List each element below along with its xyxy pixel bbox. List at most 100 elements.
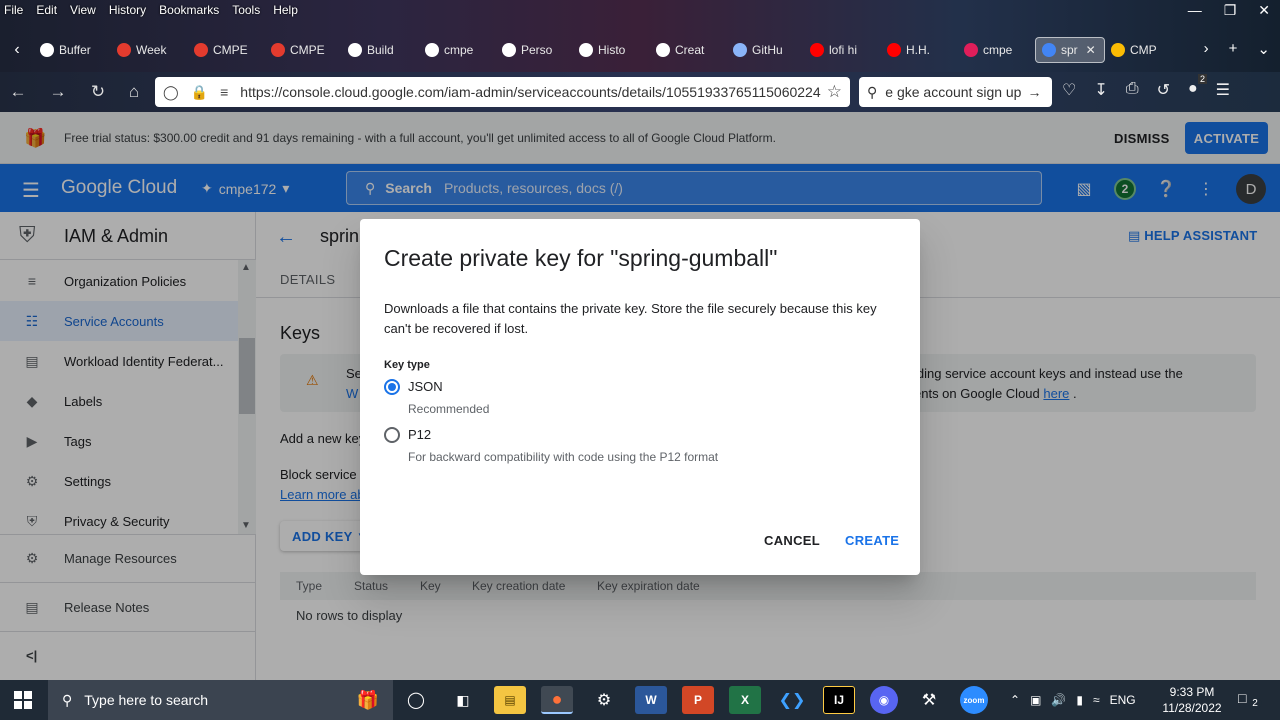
lock-icon[interactable]: 🔒	[191, 84, 208, 101]
tab-favicon-icon	[1111, 43, 1125, 57]
tray-expand-icon[interactable]: ⌃	[1010, 693, 1020, 707]
restore-icon[interactable]: ❐	[1224, 2, 1237, 19]
menu-bookmarks[interactable]: Bookmarks	[159, 3, 219, 17]
new-tab-icon[interactable]: +	[1229, 40, 1238, 58]
close-window-icon[interactable]: ✕	[1258, 2, 1270, 19]
action-center-badge: 2	[1248, 698, 1262, 709]
back-icon[interactable]: ←	[0, 82, 36, 102]
tab-favicon-icon	[810, 43, 824, 57]
browser-tab[interactable]: Histo	[573, 37, 650, 63]
close-tab-icon[interactable]: ✕	[1086, 43, 1096, 57]
permissions-icon[interactable]: ≡	[220, 84, 228, 100]
tab-favicon-icon	[117, 43, 131, 57]
firefox-icon[interactable]: ●	[541, 686, 573, 714]
browser-tab[interactable]: H.H.	[881, 37, 958, 63]
cortana-icon[interactable]: ◯	[400, 686, 432, 714]
battery-icon[interactable]: ▮	[1076, 693, 1083, 707]
downloads-icon[interactable]: ↧	[1094, 80, 1107, 100]
browser-search-input[interactable]: ⚲ e gke account sign up →	[859, 77, 1052, 107]
search-icon: ⚲	[867, 83, 878, 100]
windows-start-icon[interactable]	[14, 691, 32, 709]
powerpoint-icon[interactable]: P	[682, 686, 714, 714]
create-button[interactable]: CREATE	[845, 533, 899, 548]
browser-tab[interactable]: Buffer	[34, 37, 111, 63]
tab-label: Creat	[675, 43, 705, 57]
menu-edit[interactable]: Edit	[36, 3, 57, 17]
bookmark-star-icon[interactable]: ☆	[827, 82, 842, 102]
tab-favicon-icon	[271, 43, 285, 57]
volume-icon[interactable]: 🔊	[1051, 693, 1066, 707]
json-option-sub: Recommended	[408, 402, 490, 416]
holiday-gift-icon: 🎁	[356, 689, 379, 710]
print-icon[interactable]: ⎙	[1126, 80, 1139, 100]
reload-icon[interactable]: ↻	[80, 82, 116, 102]
zoom-icon[interactable]: zoom	[960, 686, 988, 714]
forward-icon[interactable]: →	[40, 82, 76, 102]
meet-now-icon[interactable]: ▣	[1030, 693, 1041, 707]
browser-tab[interactable]: lofi hi	[804, 37, 881, 63]
taskbar-search-placeholder: Type here to search	[84, 692, 209, 708]
browser-tab[interactable]: Creat	[650, 37, 727, 63]
clock-time: 9:33 PM	[1169, 685, 1215, 699]
tool-app-icon[interactable]: ⚒	[913, 686, 945, 714]
url-text[interactable]: https://console.cloud.google.com/iam-adm…	[240, 84, 826, 100]
history-icon[interactable]: ↺	[1157, 80, 1170, 100]
shield-tracking-icon[interactable]: ◯	[163, 84, 179, 101]
menu-history[interactable]: History	[109, 3, 146, 17]
tab-label: cmpe	[983, 43, 1013, 57]
url-bar[interactable]: ◯ 🔒 ≡ https://console.cloud.google.com/i…	[155, 77, 850, 107]
clock-date: 11/28/2022	[1162, 701, 1222, 715]
browser-tab[interactable]: cmpe	[419, 37, 496, 63]
wifi-icon[interactable]: ≈	[1093, 693, 1100, 707]
action-center-icon[interactable]: □ 2	[1238, 690, 1262, 709]
tab-scroll-right-icon[interactable]: ›	[1204, 40, 1209, 58]
browser-tab[interactable]: Perso	[496, 37, 573, 63]
tab-favicon-icon	[733, 43, 747, 57]
json-radio[interactable]	[384, 379, 400, 395]
vscode-icon[interactable]: ❮❯	[776, 686, 808, 714]
file-explorer-icon[interactable]: ▤	[494, 686, 526, 714]
tab-label: Build	[367, 43, 394, 57]
excel-icon[interactable]: X	[729, 686, 761, 714]
browser-tab[interactable]: spr ✕	[1035, 37, 1105, 63]
menu-file[interactable]: File	[4, 3, 23, 17]
browser-tab[interactable]: Build	[342, 37, 419, 63]
tab-favicon-icon	[1042, 43, 1056, 57]
menu-help[interactable]: Help	[273, 3, 298, 17]
browser-tab[interactable]: CMP	[1105, 37, 1182, 63]
hamburger-menu-icon[interactable]: ☰	[1216, 80, 1230, 100]
pocket-icon[interactable]: ♡	[1062, 80, 1076, 100]
tab-scroll-left-icon[interactable]: ‹	[0, 41, 34, 59]
tab-label: Perso	[521, 43, 553, 57]
tab-strip: ‹ Buffer Week CMPE CMPE Build cmpe Perso Histo C…	[0, 36, 1280, 64]
browser-tab[interactable]: Week	[111, 37, 188, 63]
search-icon: ⚲	[62, 691, 73, 708]
steam-icon[interactable]: ⚙	[588, 686, 620, 714]
menu-view[interactable]: View	[70, 3, 96, 17]
menu-tools[interactable]: Tools	[232, 3, 260, 17]
minimize-icon[interactable]: —	[1188, 2, 1202, 19]
home-icon[interactable]: ⌂	[116, 82, 152, 102]
extension-icon[interactable]: ● 2	[1188, 74, 1207, 100]
discord-icon[interactable]: ◉	[870, 686, 898, 714]
browser-search-value[interactable]: e gke account sign up	[885, 84, 1021, 100]
browser-tab[interactable]: CMPE	[265, 37, 342, 63]
search-go-icon[interactable]: →	[1027, 84, 1041, 100]
tab-label: GitHu	[752, 43, 783, 57]
task-view-icon[interactable]: ◧	[447, 686, 479, 714]
browser-tab[interactable]: GitHu	[727, 37, 804, 63]
taskbar-search-input[interactable]: ⚲ Type here to search 🎁	[48, 680, 393, 720]
p12-option-label[interactable]: P12	[408, 427, 431, 442]
browser-tab[interactable]: cmpe	[958, 37, 1035, 63]
dialog-title: Create private key for "spring-gumball"	[384, 245, 778, 271]
intellij-icon[interactable]: IJ	[823, 686, 855, 714]
json-option-label[interactable]: JSON	[408, 379, 443, 394]
windows-taskbar: ⚲ Type here to search 🎁 ◯ ◧ ▤ ● ⚙ W P X …	[0, 680, 1280, 720]
system-clock[interactable]: 9:33 PM 11/28/2022	[1162, 684, 1222, 716]
cancel-button[interactable]: CANCEL	[764, 533, 820, 548]
word-icon[interactable]: W	[635, 686, 667, 714]
p12-radio[interactable]	[384, 427, 400, 443]
browser-tab[interactable]: CMPE	[188, 37, 265, 63]
tab-list-icon[interactable]: ⌄	[1257, 40, 1270, 58]
language-indicator[interactable]: ENG	[1110, 693, 1136, 707]
